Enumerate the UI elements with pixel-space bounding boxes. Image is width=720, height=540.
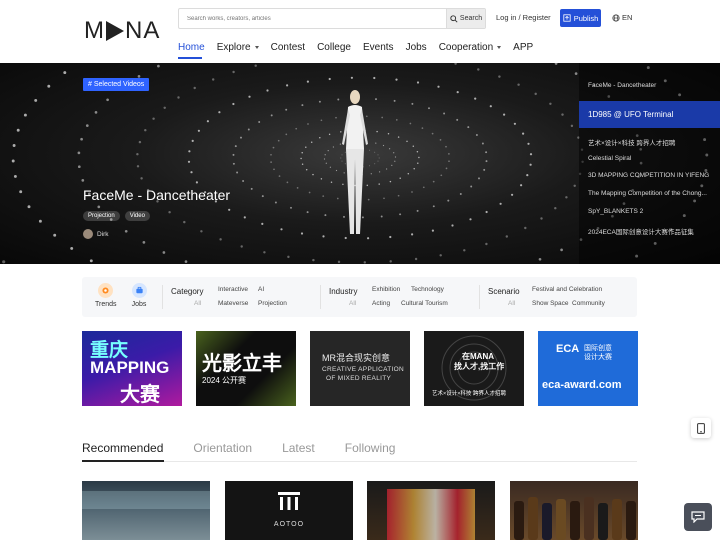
tab-recommended[interactable]: Recommended — [82, 441, 163, 455]
site-header: MNA Search Log in / Register Publish EN … — [0, 0, 720, 63]
nav-contest[interactable]: Contest — [271, 40, 305, 54]
work-card[interactable]: AOTOO — [225, 481, 353, 540]
hero-chips: Projection Video — [83, 211, 150, 221]
hero-list-item[interactable]: FaceMe - Dancetheater — [588, 82, 716, 89]
scenario-heading: Scenario — [488, 287, 520, 296]
jobs-shortcut[interactable]: Jobs — [129, 283, 149, 308]
hero-author[interactable]: Dirk — [83, 229, 109, 239]
tab-orientation[interactable]: Orientation — [193, 441, 252, 455]
category-option[interactable]: Mateverse — [218, 300, 248, 307]
industry-option[interactable]: Technology — [411, 286, 444, 293]
main-nav: Home Explore Contest College Events Jobs… — [178, 40, 545, 54]
search-box: Search — [178, 8, 486, 29]
category-option[interactable]: AI — [258, 286, 264, 293]
aotoo-logo-icon — [278, 492, 300, 510]
chip-video[interactable]: Video — [124, 211, 150, 221]
category-option[interactable]: Projection — [258, 300, 287, 307]
hero-list-item[interactable]: SpY_BLANKETS 2 — [588, 208, 716, 215]
banner-chongqing-mapping[interactable]: 重庆 MAPPING 大赛 — [82, 331, 182, 406]
work-card[interactable] — [82, 481, 210, 540]
nav-jobs[interactable]: Jobs — [406, 40, 427, 54]
language-label: EN — [622, 13, 633, 22]
hero-list-item-current[interactable]: 1D985 @ UFO Terminal — [579, 101, 720, 128]
dancer-figure — [342, 90, 368, 234]
language-switch[interactable]: EN — [612, 13, 632, 22]
tab-latest[interactable]: Latest — [282, 441, 315, 455]
scenario-option[interactable]: Show Space — [532, 300, 569, 307]
nav-events[interactable]: Events — [363, 40, 394, 54]
scenario-all[interactable]: All — [508, 300, 515, 307]
search-icon — [450, 14, 458, 23]
chevron-down-icon — [254, 45, 259, 49]
hero-carousel[interactable]: # Selected Videos FaceMe - Dancetheater … — [0, 63, 720, 264]
nav-active-indicator — [178, 57, 202, 59]
feed-tabs: Recommended Orientation Latest Following — [82, 441, 425, 455]
fire-icon — [97, 283, 113, 298]
search-button[interactable]: Search — [446, 9, 485, 28]
login-register-link[interactable]: Log in / Register — [496, 13, 551, 22]
nav-explore[interactable]: Explore — [217, 40, 259, 54]
search-input[interactable] — [179, 9, 447, 28]
category-all[interactable]: All — [194, 300, 201, 307]
author-name: Dirk — [97, 230, 109, 238]
divider — [320, 285, 321, 309]
banner-mixed-reality[interactable]: MR混合现实创意 CREATIVE APPLICATION OF MIXED R… — [310, 331, 410, 406]
chat-support-button[interactable] — [684, 503, 712, 531]
tab-active-indicator — [82, 460, 164, 462]
industry-heading: Industry — [329, 287, 358, 296]
category-heading: Category — [171, 287, 204, 296]
industry-option[interactable]: Exhibition — [372, 286, 400, 293]
briefcase-icon — [131, 283, 147, 298]
category-option[interactable]: Interactive — [218, 286, 248, 293]
hero-list-item[interactable]: The Mapping Competition of the Chong... — [588, 190, 716, 197]
mobile-app-button[interactable] — [691, 418, 711, 438]
hero-list-item[interactable]: 2024ECA国际创意设计大赛作品征集 — [588, 226, 716, 236]
hero-list-item[interactable]: 艺术×设计×科技 跨界人才招聘 — [588, 137, 716, 147]
nav-app[interactable]: APP — [513, 40, 533, 54]
phone-icon — [697, 422, 705, 434]
banner-mana-jobs[interactable]: 在MANA 找人才,找工作 艺术×设计×科技 跨界人才招聘 — [424, 331, 524, 406]
work-card[interactable] — [510, 481, 638, 540]
divider — [162, 285, 163, 309]
card-label: AOTOO — [273, 521, 305, 528]
mana-logo[interactable]: M NA — [84, 17, 160, 44]
industry-all[interactable]: All — [349, 300, 356, 307]
industry-option[interactable]: Acting — [372, 300, 390, 307]
divider — [479, 285, 480, 309]
chevron-down-icon — [497, 45, 502, 49]
search-button-label: Search — [459, 15, 483, 22]
trends-shortcut[interactable]: Trends — [95, 283, 117, 308]
logo-triangle-icon — [106, 21, 124, 41]
tabs-divider — [82, 461, 637, 462]
hero-title[interactable]: FaceMe - Dancetheater — [83, 187, 230, 203]
globe-icon — [612, 13, 620, 22]
chip-projection[interactable]: Projection — [83, 211, 120, 221]
category-filter-bar: Trends Jobs Category All Interactive AI … — [82, 277, 637, 317]
industry-option[interactable]: Cultural Tourism — [401, 300, 448, 307]
hero-list-item[interactable]: 3D MAPPING COMPETITION IN YIFENG — [588, 172, 716, 179]
banner-eca-award[interactable]: ECA 国际创意 设计大赛 eca-award.com — [538, 331, 638, 406]
upload-icon — [563, 14, 571, 22]
scenario-option[interactable]: Festival and Celebration — [532, 286, 602, 293]
work-card[interactable] — [367, 481, 495, 540]
hero-list-item[interactable]: Celestial Spiral — [588, 155, 716, 162]
nav-cooperation[interactable]: Cooperation — [439, 40, 502, 54]
nav-college[interactable]: College — [317, 40, 351, 54]
publish-label: Publish — [573, 13, 599, 23]
publish-button[interactable]: Publish — [560, 9, 601, 27]
selected-videos-tag[interactable]: # Selected Videos — [83, 78, 150, 91]
banner-light-shadow[interactable]: 光影立丰 2024 公开赛 — [196, 331, 296, 406]
tab-following[interactable]: Following — [345, 441, 396, 455]
avatar — [83, 229, 93, 239]
hero-playlist: 1D985 @ UFO Terminal FaceMe - Dancetheat… — [579, 63, 720, 264]
scenario-option[interactable]: Community — [572, 300, 605, 307]
chat-icon — [691, 511, 705, 523]
nav-home[interactable]: Home — [178, 40, 205, 54]
